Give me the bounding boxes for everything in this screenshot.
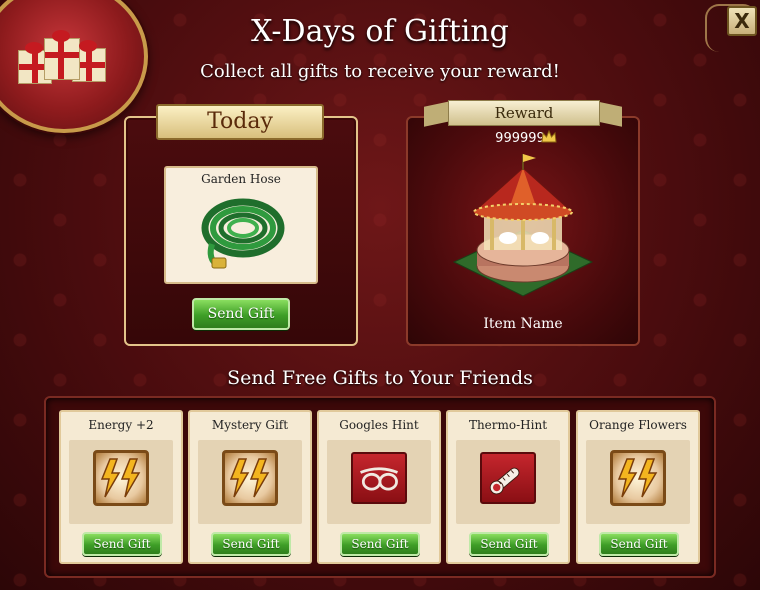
gift-card-orange-flowers: Orange Flowers Send Gift (576, 410, 700, 564)
carousel-icon (452, 154, 594, 297)
crown-icon (541, 130, 557, 143)
gift-card-label: Orange Flowers (589, 418, 687, 432)
send-gift-button[interactable]: Send Gift (82, 532, 162, 556)
send-gift-button[interactable]: Send Gift (599, 532, 679, 556)
reward-item-name: Item Name (483, 316, 563, 332)
today-banner: Today (156, 104, 324, 140)
energy-bolt-icon (222, 450, 278, 506)
energy-bolt-icon (610, 450, 666, 506)
gift-card-label: Mystery Gift (211, 418, 289, 432)
reward-banner: Reward (448, 100, 600, 126)
page-title: X-Days of Gifting (251, 14, 509, 49)
close-button[interactable]: X (727, 6, 757, 36)
send-gift-button[interactable]: Send Gift (469, 532, 549, 556)
thermometer-icon (480, 452, 536, 504)
goggles-icon (351, 452, 407, 504)
today-item-label: Garden Hose (201, 172, 281, 186)
gift-card-energy: Energy +2 Send Gift (59, 410, 183, 564)
gift-card-goggles-hint: Googles Hint Send Gift (317, 410, 441, 564)
garden-hose-icon (201, 198, 285, 269)
gift-card-mystery: Mystery Gift Send Gift (188, 410, 312, 564)
gift-card-label: Thermo-Hint (468, 418, 548, 432)
energy-bolt-icon (93, 450, 149, 506)
gift-card-label: Googles Hint (339, 418, 419, 432)
send-gift-button[interactable]: Send Gift (211, 532, 291, 556)
today-item-card: Garden Hose (164, 166, 318, 284)
send-gift-button[interactable]: Send Gift (340, 532, 420, 556)
send-gift-today-button[interactable]: Send Gift (192, 298, 290, 330)
gift-card-thermo-hint: Thermo-Hint Send Gift (446, 410, 570, 564)
friends-section-title: Send Free Gifts to Your Friends (227, 367, 533, 389)
gift-card-label: Energy +2 (88, 418, 154, 432)
page-subtitle: Collect all gifts to receive your reward… (200, 61, 560, 82)
